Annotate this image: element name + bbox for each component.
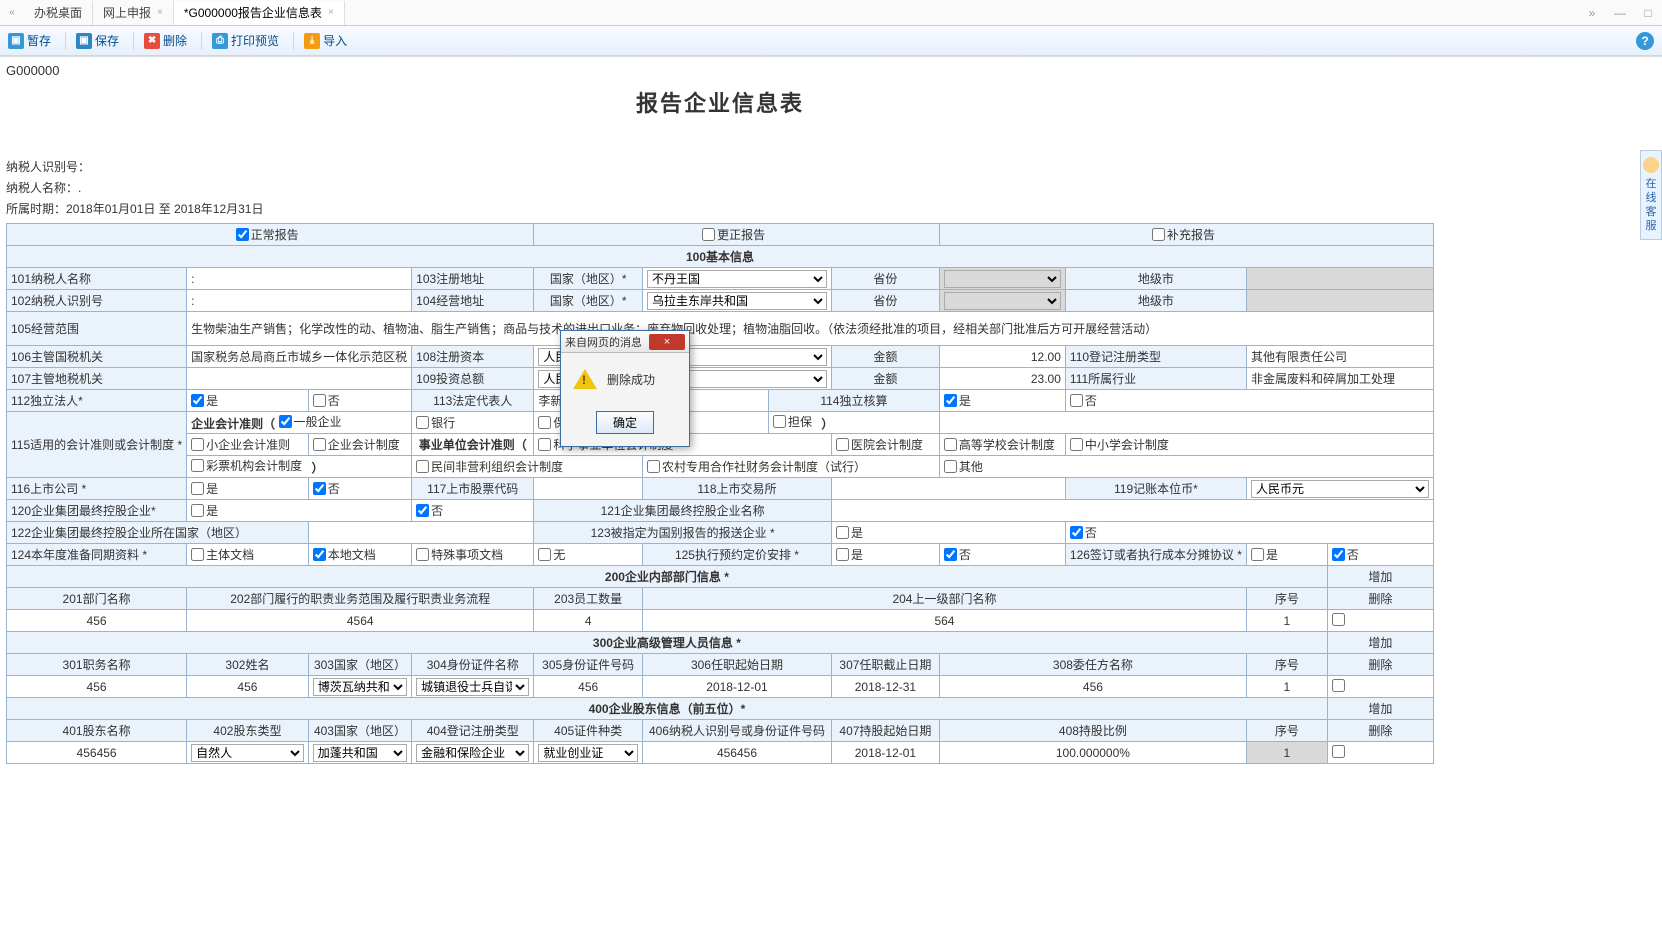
modal-overlay: 来自网页的消息 × 删除成功 确定 xyxy=(0,0,1662,944)
dialog-title: 来自网页的消息 xyxy=(565,334,649,350)
alert-dialog: 来自网页的消息 × 删除成功 确定 xyxy=(560,330,690,447)
dialog-close-button[interactable]: × xyxy=(649,334,685,350)
warning-icon xyxy=(573,369,597,389)
dialog-ok-button[interactable]: 确定 xyxy=(596,411,654,434)
dialog-message: 删除成功 xyxy=(607,371,655,388)
